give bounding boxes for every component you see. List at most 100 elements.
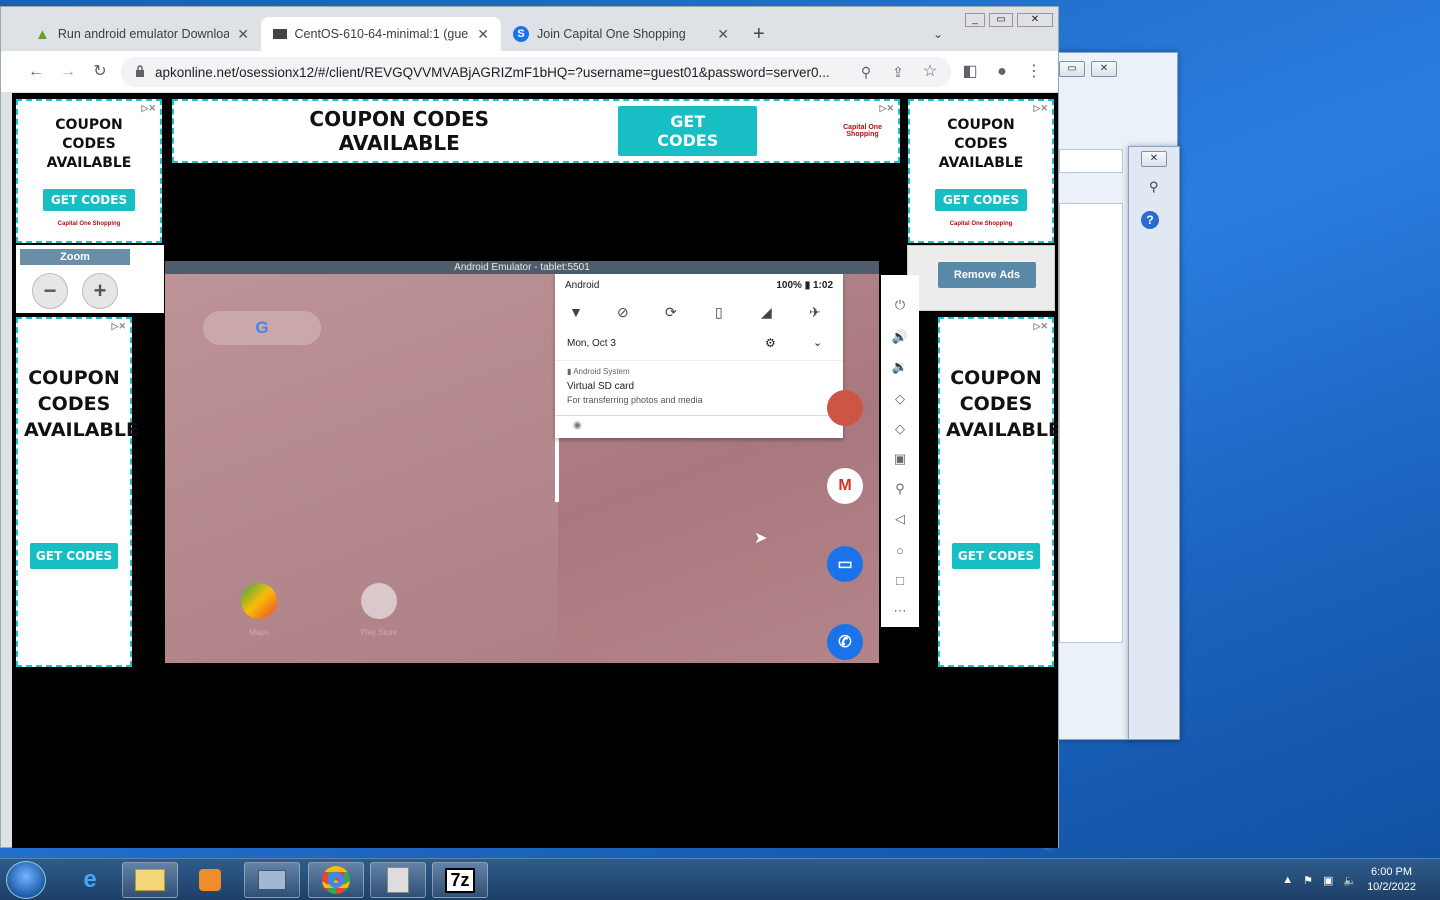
help-icon[interactable]: ? — [1141, 211, 1159, 229]
tab-capital-one[interactable]: S Join Capital One Shopping ✕ — [501, 17, 741, 51]
notification-text: For transferring photos and media — [567, 395, 703, 405]
back-icon[interactable]: ← — [25, 61, 47, 83]
home-circle-icon[interactable]: ○ — [881, 543, 919, 558]
new-tab-button[interactable]: + — [753, 23, 765, 46]
file-explorer-icon[interactable] — [122, 862, 178, 898]
media-player-icon[interactable] — [182, 862, 238, 898]
network-app-icon[interactable] — [244, 862, 300, 898]
status-right: 100% ▮ 1:02 — [776, 280, 833, 291]
camera-icon[interactable]: ▣ — [881, 451, 919, 467]
profile-icon[interactable]: ● — [991, 61, 1013, 83]
volume-down-icon[interactable]: 🔉 — [881, 359, 919, 375]
close-window-icon[interactable]: ✕ — [1017, 13, 1053, 27]
tab-apkonline[interactable]: ▲ Run android emulator Download ✕ — [23, 17, 261, 51]
reload-icon[interactable]: ↻ — [89, 61, 111, 83]
browser-window[interactable]: ▲ Run android emulator Download ✕ CentOS… — [0, 6, 1059, 848]
power-icon[interactable]: ⏻ — [881, 297, 919, 313]
back-triangle-icon[interactable]: ◁ — [881, 511, 919, 527]
chrome-taskbar-icon[interactable] — [308, 862, 364, 898]
more-icon[interactable]: ⋯ — [881, 603, 919, 619]
ad-close-icon[interactable]: ▷✕ — [1034, 321, 1048, 332]
ad-right-bottom[interactable]: COUPON CODES AVAILABLE GET CODES ▷✕ — [938, 317, 1058, 667]
close-tab-icon[interactable]: ✕ — [477, 26, 489, 43]
notification-card[interactable]: ▮ Android System Virtual SD card For tra… — [555, 360, 843, 416]
clock[interactable]: 6:00 PM 10/2/2022 — [1367, 865, 1416, 895]
expand-chevron-icon[interactable]: ⌄ — [813, 336, 822, 349]
background-window-2[interactable]: ✕ ⚲ ? — [1128, 146, 1180, 740]
settings-icon[interactable]: ⚙ — [765, 336, 776, 350]
show-hidden-icons-icon[interactable]: ▲ — [1282, 874, 1293, 886]
zoom-icon[interactable]: ⚲ — [855, 61, 877, 83]
airplane-mode-icon[interactable]: ✈ — [809, 304, 821, 321]
android-emulator[interactable]: Android Emulator - tablet:5501 G Maps Pl… — [165, 261, 879, 663]
address-bar[interactable]: apkonline.net/osessionx12/#/client/REVGQ… — [121, 57, 951, 87]
ad-left-bottom[interactable]: COUPON CODES AVAILABLE GET CODES ▷✕ — [16, 317, 139, 667]
remove-ads-button[interactable]: Remove Ads — [938, 262, 1036, 288]
ad-close-icon[interactable]: ▷✕ — [1034, 103, 1048, 114]
messages-icon[interactable]: ▭ — [827, 546, 863, 582]
ad-get-codes-button[interactable]: GET CODES — [42, 188, 136, 211]
disk-app-icon[interactable] — [370, 862, 426, 898]
toolbar: ← → ↻ apkonline.net/osessionx12/#/client… — [1, 51, 1058, 93]
internet-explorer-icon[interactable]: e — [62, 862, 118, 898]
zoom-icon[interactable]: ⚲ — [881, 481, 919, 497]
close-icon[interactable]: ✕ — [1091, 61, 1117, 77]
share-icon[interactable]: ⇪ — [887, 61, 909, 83]
maps-icon[interactable] — [241, 583, 277, 619]
ad-close-icon[interactable]: ▷✕ — [142, 103, 156, 114]
forward-icon[interactable]: → — [57, 61, 79, 83]
play-store-icon[interactable] — [361, 583, 397, 619]
tab-centos[interactable]: CentOS-610-64-minimal:1 (guest ✕ — [261, 17, 501, 51]
action-center-flag-icon[interactable]: ⚑ — [1303, 874, 1313, 887]
search-icon[interactable]: ⚲ — [1149, 179, 1159, 195]
ad-close-icon[interactable]: ▷✕ — [112, 321, 126, 332]
bookmark-star-icon[interactable]: ☆ — [919, 61, 941, 83]
overview-square-icon[interactable]: □ — [881, 573, 919, 588]
ad-left-top[interactable]: COUPON CODES AVAILABLE GET CODES Capital… — [16, 99, 162, 243]
tab-label: Join Capital One Shopping — [537, 27, 686, 41]
close-tab-icon[interactable]: ✕ — [237, 26, 249, 43]
ad-get-codes-button[interactable]: GET CODES — [934, 188, 1028, 211]
gmail-icon[interactable]: M — [827, 468, 863, 504]
window-pane — [1059, 203, 1123, 643]
settings-small-icon[interactable]: ◉ — [573, 420, 582, 431]
notification-app: ▮ Android System — [567, 367, 630, 376]
close-icon[interactable]: ✕ — [1141, 151, 1167, 167]
ad-get-codes-button[interactable]: GET CODES — [951, 543, 1041, 569]
volume-up-icon[interactable]: 🔊 — [881, 329, 919, 345]
page-content: COUPON CODES AVAILABLE GET CODES Capital… — [12, 93, 1058, 848]
chrome-icon[interactable] — [827, 390, 863, 426]
close-tab-icon[interactable]: ✕ — [717, 26, 729, 43]
battery-saver-icon[interactable]: ▯ — [715, 304, 723, 321]
zoom-in-button[interactable]: + — [82, 273, 118, 309]
ad-banner-top[interactable]: COUPON CODES AVAILABLE GET CODES Capital… — [172, 99, 900, 163]
google-search-bar[interactable]: G — [203, 311, 321, 345]
tab-label: Run android emulator Download — [57, 27, 230, 41]
notification-shade[interactable]: Android 100% ▮ 1:02 ▼ ⊘ ⟳ ▯ ◢ ✈ Mon, Oct… — [555, 274, 843, 438]
mobile-data-icon[interactable]: ◢ — [761, 304, 772, 321]
auto-rotate-icon[interactable]: ⟳ — [665, 304, 677, 321]
menu-icon[interactable]: ⋮ — [1023, 61, 1045, 83]
zoom-out-button[interactable]: − — [32, 273, 68, 309]
side-panel-icon[interactable]: ◧ — [959, 61, 981, 83]
status-time: 1:02 — [812, 280, 833, 291]
rotate-left-icon[interactable]: ◇ — [881, 391, 919, 407]
minimize-icon[interactable]: _ — [965, 13, 985, 27]
sevenzip-icon[interactable]: 7z — [432, 862, 488, 898]
wifi-icon[interactable]: ▼ — [569, 304, 583, 320]
rotate-right-icon[interactable]: ◇ — [881, 421, 919, 437]
restore-icon[interactable]: ▭ — [1059, 61, 1085, 77]
ad-close-icon[interactable]: ▷✕ — [880, 103, 894, 114]
lock-icon — [136, 65, 144, 77]
ad-get-codes-button[interactable]: GET CODES — [29, 543, 119, 569]
phone-icon[interactable]: ✆ — [827, 624, 863, 660]
bluetooth-off-icon[interactable]: ⊘ — [617, 304, 629, 321]
maximize-icon[interactable]: ▭ — [989, 13, 1013, 27]
tab-search-icon[interactable]: ⌄ — [933, 27, 943, 41]
volume-icon[interactable]: 🔈 — [1343, 874, 1357, 887]
ad-get-codes-button[interactable]: GET CODES — [618, 106, 758, 156]
ad-right-top[interactable]: COUPON CODES AVAILABLE GET CODES Capital… — [908, 99, 1054, 243]
network-icon[interactable]: ▣ — [1323, 874, 1333, 887]
start-button[interactable] — [6, 861, 46, 899]
emulator-screen[interactable]: G Maps Play Store Android 100% ▮ 1:02 ▼ … — [165, 274, 879, 663]
